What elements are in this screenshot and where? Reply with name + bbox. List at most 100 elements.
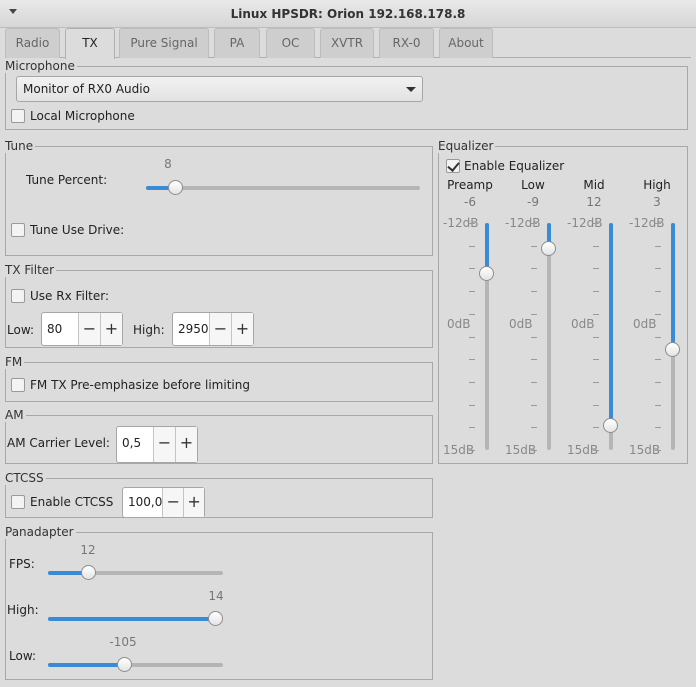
eq-band-slider[interactable] (665, 223, 680, 450)
slider-knob[interactable] (208, 611, 223, 626)
plus-icon[interactable]: + (175, 427, 197, 462)
tab-radio[interactable]: Radio (5, 28, 60, 58)
tab-pure-signal[interactable]: Pure Signal (119, 28, 209, 58)
minus-icon[interactable]: − (78, 313, 100, 345)
eq-tick (531, 450, 537, 451)
tx-filter-high-label: High: (133, 323, 165, 337)
eq-tick (531, 314, 537, 315)
panadapter-legend: Panadapter (5, 525, 76, 539)
eq-band-value: -6 (464, 195, 476, 209)
tx-filter-low-spin[interactable]: 80 − + (41, 312, 123, 346)
eq-tick (593, 314, 599, 315)
eq-tick (531, 405, 537, 406)
eq-tick (593, 246, 599, 247)
eq-tick (469, 359, 475, 360)
tab-about[interactable]: About (439, 28, 493, 58)
eq-tick (531, 337, 537, 338)
use-rx-filter-label: Use Rx Filter: (30, 289, 110, 303)
microphone-source-select[interactable]: Monitor of RX0 Audio (16, 76, 423, 102)
minus-icon[interactable]: − (209, 313, 231, 345)
enable-equalizer-checkbox[interactable] (446, 159, 460, 173)
fps-slider[interactable] (48, 565, 223, 581)
eq-band-slider[interactable] (479, 223, 494, 450)
window-title: Linux HPSDR: Orion 192.168.178.8 (230, 7, 466, 21)
tx-filter-group: TX Filter Use Rx Filter: Low: 80 − + Hig… (5, 263, 433, 348)
slider-knob[interactable] (541, 241, 556, 257)
eq-tick (655, 382, 661, 383)
fm-preemphasis-label: FM TX Pre-emphasize before limiting (30, 378, 250, 392)
eq-tick (655, 359, 661, 360)
eq-tick (655, 314, 661, 315)
ctcss-frequency-value[interactable]: 100,0 (123, 488, 162, 517)
eq-tick (655, 291, 661, 292)
tab-bar: Radio TX Pure Signal PA OC XVTR RX-0 Abo… (5, 28, 691, 59)
eq-tick (593, 427, 599, 428)
tab-xvtr[interactable]: XVTR (320, 28, 374, 58)
enable-equalizer-label: Enable Equalizer (464, 159, 565, 173)
enable-ctcss-checkbox[interactable] (11, 495, 25, 509)
eq-tick (655, 427, 661, 428)
eq-tick (531, 382, 537, 383)
eq-tick (531, 291, 537, 292)
eq-tick (531, 427, 537, 428)
eq-band-name: High (643, 178, 671, 192)
panadapter-group: Panadapter 12 FPS: 14 High: -105 Low: (5, 525, 433, 680)
eq-tick (469, 337, 475, 338)
pan-high-label: High: (7, 603, 39, 617)
use-rx-filter-checkbox[interactable] (11, 289, 25, 303)
pan-low-slider[interactable] (48, 657, 223, 673)
am-carrier-spin[interactable]: 0,5 − + (116, 426, 198, 463)
tab-oc[interactable]: OC (266, 28, 315, 58)
tab-pa[interactable]: PA (214, 28, 260, 58)
fps-value: 12 (80, 543, 96, 557)
eq-band-slider[interactable] (541, 223, 556, 450)
eq-band-value: -9 (527, 195, 539, 209)
tab-tx[interactable]: TX (65, 28, 115, 59)
ctcss-legend: CTCSS (5, 471, 46, 485)
plus-icon[interactable]: + (100, 313, 122, 345)
ctcss-frequency-spin[interactable]: 100,0 − + (122, 487, 205, 518)
eq-tick (469, 405, 475, 406)
enable-ctcss-label: Enable CTCSS (30, 495, 114, 509)
tx-filter-high-value[interactable]: 2950 (173, 313, 209, 345)
eq-tick (469, 268, 475, 269)
minus-icon[interactable]: − (162, 488, 184, 517)
microphone-source-value: Monitor of RX0 Audio (23, 82, 150, 96)
pan-high-slider[interactable] (48, 611, 223, 627)
am-carrier-label: AM Carrier Level: (7, 436, 110, 450)
slider-knob[interactable] (81, 565, 96, 580)
fm-preemphasis-checkbox[interactable] (11, 378, 25, 392)
eq-tick (469, 450, 475, 451)
eq-tick (469, 246, 475, 247)
slider-knob[interactable] (603, 417, 618, 433)
tune-use-drive-checkbox[interactable] (11, 223, 25, 237)
am-carrier-value[interactable]: 0,5 (117, 427, 153, 462)
tx-filter-high-spin[interactable]: 2950 − + (172, 312, 254, 346)
eq-tick (593, 450, 599, 451)
local-microphone-checkbox[interactable] (11, 109, 25, 123)
plus-icon[interactable]: + (183, 488, 204, 517)
plus-icon[interactable]: + (231, 313, 253, 345)
eq-tick (531, 359, 537, 360)
eq-tick (469, 382, 475, 383)
eq-tick (655, 223, 661, 224)
local-microphone-label: Local Microphone (30, 109, 135, 123)
eq-band-value: 12 (586, 195, 602, 209)
microphone-legend: Microphone (5, 59, 77, 73)
fps-label: FPS: (9, 557, 35, 571)
slider-knob[interactable] (665, 342, 680, 358)
tune-percent-label: Tune Percent: (26, 173, 108, 187)
minus-icon[interactable]: − (153, 427, 175, 462)
tx-filter-low-value[interactable]: 80 (42, 313, 78, 345)
eq-tick (469, 223, 475, 224)
pan-low-label: Low: (9, 649, 37, 663)
am-legend: AM (5, 408, 26, 422)
slider-knob[interactable] (479, 266, 494, 282)
tab-rx0[interactable]: RX-0 (379, 28, 434, 58)
pan-high-value: 14 (208, 589, 224, 603)
slider-knob[interactable] (168, 180, 183, 195)
eq-band-slider[interactable] (603, 223, 618, 450)
slider-knob[interactable] (117, 657, 132, 672)
tune-percent-slider[interactable] (146, 180, 420, 196)
ctcss-group: CTCSS Enable CTCSS 100,0 − + (5, 471, 433, 518)
